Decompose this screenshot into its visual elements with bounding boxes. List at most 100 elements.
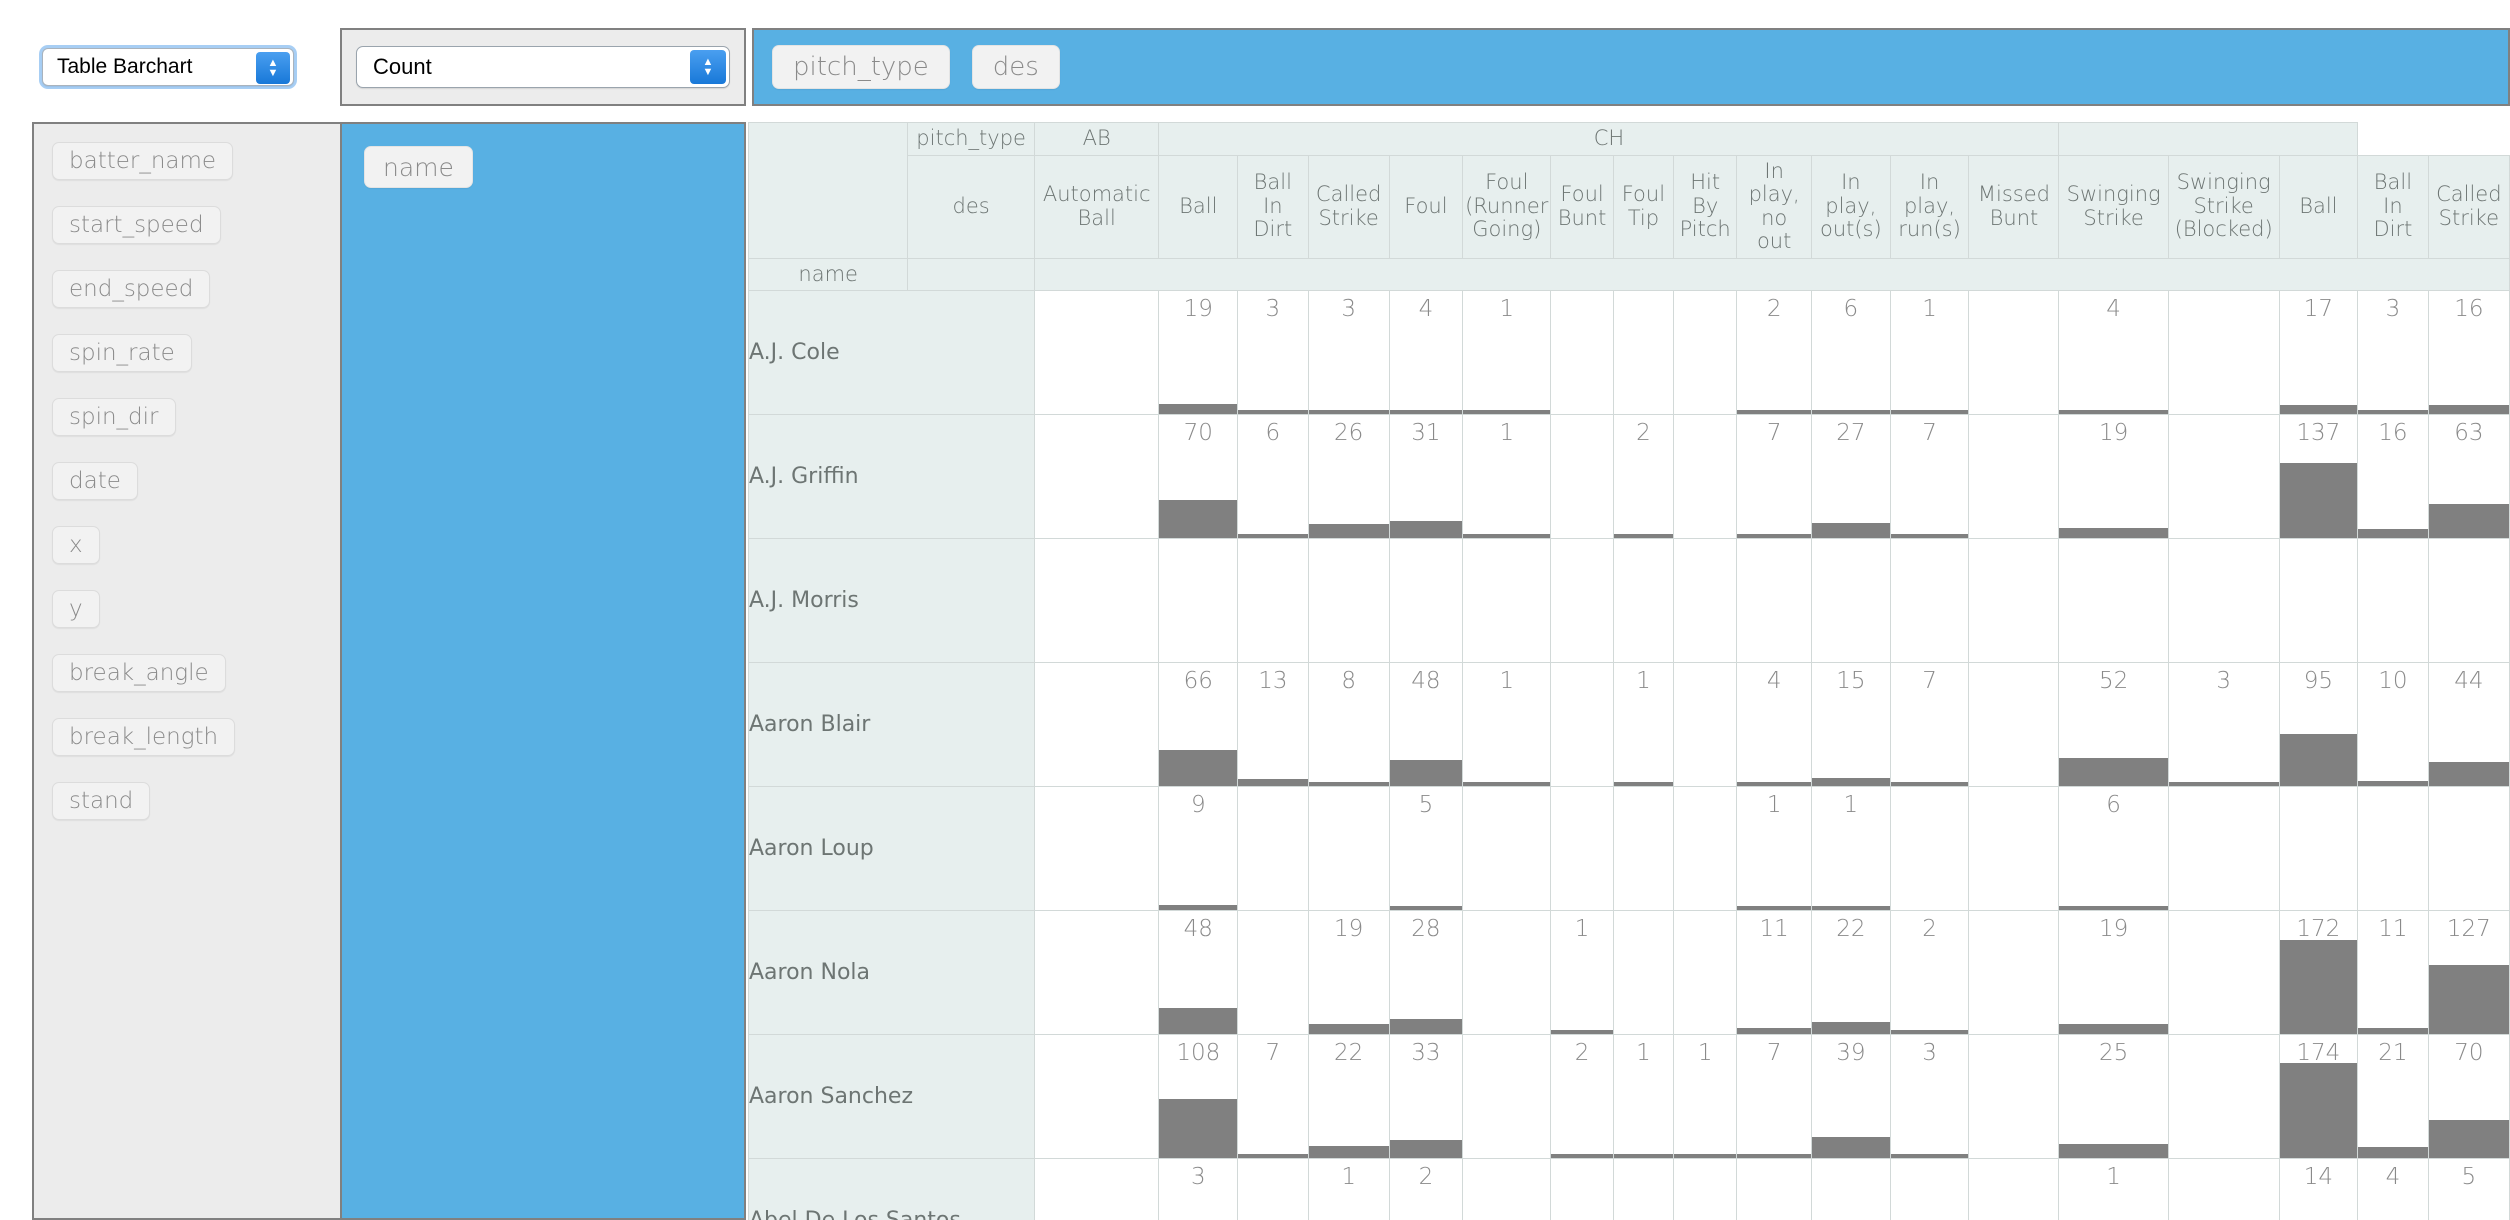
table-cell[interactable]: 52	[2058, 662, 2169, 788]
table-cell[interactable]: 5	[2427, 1158, 2510, 1220]
table-cell[interactable]: 26	[1307, 414, 1390, 540]
row-header-cell[interactable]: Aaron Nola	[748, 910, 1035, 1036]
table-cell[interactable]: 1	[1612, 1034, 1675, 1160]
field-pill-batter-name[interactable]: batter_name	[52, 142, 234, 180]
table-cell[interactable]: 11	[1736, 910, 1813, 1036]
table-cell[interactable]	[1033, 1034, 1160, 1160]
table-cell[interactable]	[2278, 538, 2359, 664]
column-header[interactable]: Hit By Pitch	[1673, 154, 1738, 259]
table-cell[interactable]: 19	[2058, 414, 2169, 540]
table-cell[interactable]	[1237, 1158, 1309, 1220]
table-row[interactable]: A.J. Griffin 70 6 26 31 1 2 7 27 7 19 137 16 63	[748, 414, 2510, 540]
table-cell[interactable]: 6	[2058, 786, 2169, 912]
table-cell[interactable]: 4	[1388, 290, 1464, 416]
table-cell[interactable]	[1033, 910, 1160, 1036]
column-group-header[interactable]	[2058, 122, 2359, 156]
table-cell[interactable]: 39	[1811, 1034, 1891, 1160]
table-cell[interactable]	[1612, 290, 1675, 416]
field-pill-date[interactable]: date	[52, 462, 138, 500]
pivot-table-viewport[interactable]: pitch_type AB CH des Automatic Ball Ball Ball In…	[748, 122, 2510, 1220]
table-cell[interactable]: 19	[1307, 910, 1390, 1036]
table-cell[interactable]: 13	[1237, 662, 1309, 788]
shelf-pill-des[interactable]: des	[971, 45, 1060, 89]
table-cell[interactable]: 28	[1388, 910, 1464, 1036]
table-cell[interactable]: 2	[1550, 1034, 1614, 1160]
table-cell[interactable]	[1811, 538, 1891, 664]
table-cell[interactable]: 21	[2357, 1034, 2429, 1160]
row-header-cell[interactable]: A.J. Cole	[748, 290, 1035, 416]
column-group-header[interactable]: AB	[1033, 122, 1160, 156]
table-cell[interactable]	[2167, 910, 2280, 1036]
table-cell[interactable]: 2	[1736, 290, 1813, 416]
table-cell[interactable]	[1968, 910, 2060, 1036]
column-header[interactable]: Missed Bunt	[1968, 154, 2060, 259]
table-cell[interactable]	[1237, 538, 1309, 664]
table-cell[interactable]: 137	[2278, 414, 2359, 540]
table-cell[interactable]	[1033, 414, 1160, 540]
row-header-cell[interactable]: A.J. Griffin	[748, 414, 1035, 540]
table-cell[interactable]: 48	[1388, 662, 1464, 788]
field-pill-spin-dir[interactable]: spin_dir	[52, 398, 176, 436]
table-cell[interactable]: 1	[1673, 1034, 1738, 1160]
table-cell[interactable]	[1550, 786, 1614, 912]
table-cell[interactable]: 1	[1612, 662, 1675, 788]
table-row[interactable]: Aaron Nola 48 19 28 1 11 22 2 19 172 11 127	[748, 910, 2510, 1036]
table-cell[interactable]	[2058, 538, 2169, 664]
table-cell[interactable]: 10	[2357, 662, 2429, 788]
table-cell[interactable]	[1612, 1158, 1675, 1220]
row-header-cell[interactable]: Aaron Blair	[748, 662, 1035, 788]
table-cell[interactable]: 7	[1889, 414, 1970, 540]
table-cell[interactable]	[1673, 538, 1738, 664]
table-cell[interactable]	[1968, 1158, 2060, 1220]
table-cell[interactable]: 14	[2278, 1158, 2359, 1220]
table-cell[interactable]: 127	[2427, 910, 2510, 1036]
table-cell[interactable]	[1462, 1158, 1552, 1220]
table-cell[interactable]: 7	[1889, 662, 1970, 788]
table-cell[interactable]: 2	[1612, 414, 1675, 540]
table-cell[interactable]: 3	[1889, 1034, 1970, 1160]
field-pill-end-speed[interactable]: end_speed	[52, 270, 211, 308]
table-cell[interactable]	[1307, 786, 1390, 912]
table-cell[interactable]	[2167, 538, 2280, 664]
table-cell[interactable]: 1	[1889, 290, 1970, 416]
table-cell[interactable]	[1673, 786, 1738, 912]
table-cell[interactable]: 4	[1736, 662, 1813, 788]
table-cell[interactable]: 4	[2058, 290, 2169, 416]
table-cell[interactable]: 22	[1811, 910, 1891, 1036]
table-cell[interactable]	[1033, 786, 1160, 912]
shelf-pill-pitch-type[interactable]: pitch_type	[772, 45, 950, 89]
table-cell[interactable]	[2427, 538, 2510, 664]
table-cell[interactable]	[1889, 1158, 1970, 1220]
table-cell[interactable]	[1889, 538, 1970, 664]
table-cell[interactable]	[1673, 662, 1738, 788]
table-cell[interactable]	[1462, 786, 1552, 912]
column-field-des[interactable]: des	[907, 154, 1035, 259]
field-pill-break-angle[interactable]: break_angle	[52, 654, 226, 692]
column-header[interactable]: In play, no out	[1736, 154, 1813, 259]
table-cell[interactable]	[1968, 662, 2060, 788]
table-row[interactable]: A.J. Morris	[748, 538, 2510, 664]
table-cell[interactable]: 172	[2278, 910, 2359, 1036]
shelf-pill-name[interactable]: name	[364, 146, 473, 188]
table-cell[interactable]: 7	[1736, 414, 1813, 540]
table-row[interactable]: Abel De Los Santos 3 1 2 1 14 4 5	[748, 1158, 2510, 1220]
table-cell[interactable]	[1736, 1158, 1813, 1220]
table-cell[interactable]: 2	[1388, 1158, 1464, 1220]
row-header-cell[interactable]: Abel De Los Santos	[748, 1158, 1035, 1220]
table-cell[interactable]: 16	[2357, 414, 2429, 540]
table-cell[interactable]	[2278, 786, 2359, 912]
table-cell[interactable]: 63	[2427, 414, 2510, 540]
table-row[interactable]: Aaron Sanchez 108 7 22 33 2 1 1 7 39 3 25 174 21 70	[748, 1034, 2510, 1160]
chevron-updown-icon[interactable]: ▲ ▼	[256, 52, 290, 84]
table-cell[interactable]: 9	[1158, 786, 1239, 912]
table-cell[interactable]: 108	[1158, 1034, 1239, 1160]
table-cell[interactable]	[1550, 290, 1614, 416]
table-cell[interactable]: 3	[1237, 290, 1309, 416]
table-cell[interactable]	[2167, 290, 2280, 416]
chart-type-select[interactable]: Table Barchart ▲ ▼	[42, 48, 294, 86]
column-header[interactable]: Foul (Runner Going)	[1462, 154, 1552, 259]
row-header-cell[interactable]: Aaron Loup	[748, 786, 1035, 912]
table-cell[interactable]	[1612, 910, 1675, 1036]
field-pill-y[interactable]: y	[52, 590, 100, 628]
table-cell[interactable]: 33	[1388, 1034, 1464, 1160]
